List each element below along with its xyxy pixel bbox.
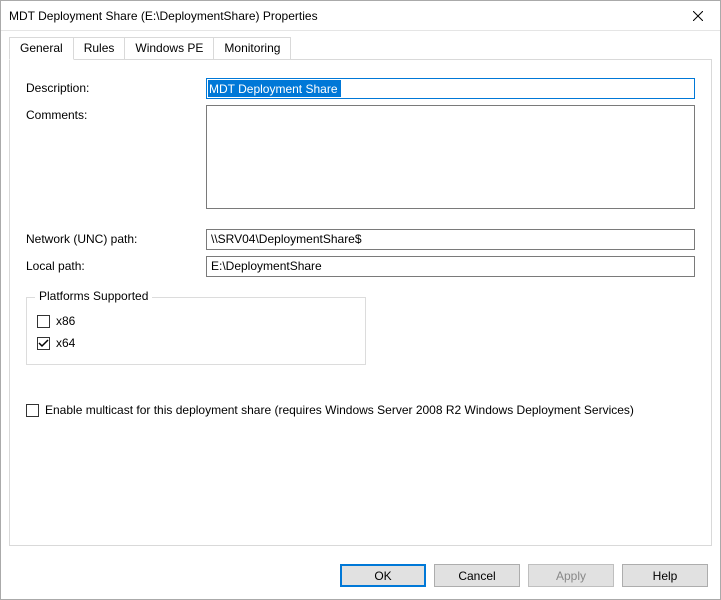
close-button[interactable] xyxy=(675,1,720,30)
label-description: Description: xyxy=(26,78,206,95)
unc-input[interactable]: \\SRV04\DeploymentShare$ xyxy=(206,229,695,250)
row-description: Description: MDT Deployment Share xyxy=(26,78,695,99)
tab-general[interactable]: General xyxy=(9,37,74,60)
ok-button[interactable]: OK xyxy=(340,564,426,587)
check-icon xyxy=(38,338,49,349)
label-local: Local path: xyxy=(26,256,206,273)
row-x64: x64 xyxy=(37,336,355,350)
tabstrip: General Rules Windows PE Monitoring xyxy=(9,37,712,60)
close-icon xyxy=(693,11,703,21)
tab-windows-pe[interactable]: Windows PE xyxy=(125,37,214,60)
label-x86: x86 xyxy=(56,314,75,328)
row-x86: x86 xyxy=(37,314,355,328)
properties-window: MDT Deployment Share (E:\DeploymentShare… xyxy=(0,0,721,600)
help-button[interactable]: Help xyxy=(622,564,708,587)
apply-button[interactable]: Apply xyxy=(528,564,614,587)
row-multicast: Enable multicast for this deployment sha… xyxy=(26,403,695,417)
tab-rules[interactable]: Rules xyxy=(74,37,126,60)
tab-monitoring[interactable]: Monitoring xyxy=(214,37,291,60)
row-unc: Network (UNC) path: \\SRV04\DeploymentSh… xyxy=(26,229,695,250)
label-x64: x64 xyxy=(56,336,75,350)
button-row: OK Cancel Apply Help xyxy=(1,554,720,599)
platforms-legend: Platforms Supported xyxy=(35,289,152,303)
platforms-fieldset: Platforms Supported x86 x64 xyxy=(26,297,366,365)
row-local: Local path: E:\DeploymentShare xyxy=(26,256,695,277)
label-multicast: Enable multicast for this deployment sha… xyxy=(45,403,634,417)
comments-textarea[interactable] xyxy=(206,105,695,209)
content-area: General Rules Windows PE Monitoring Desc… xyxy=(1,31,720,554)
local-input[interactable]: E:\DeploymentShare xyxy=(206,256,695,277)
checkbox-x86[interactable] xyxy=(37,315,50,328)
label-unc: Network (UNC) path: xyxy=(26,229,206,246)
checkbox-multicast[interactable] xyxy=(26,404,39,417)
titlebar: MDT Deployment Share (E:\DeploymentShare… xyxy=(1,1,720,31)
cancel-button[interactable]: Cancel xyxy=(434,564,520,587)
description-input[interactable]: MDT Deployment Share xyxy=(206,78,695,99)
description-value: MDT Deployment Share xyxy=(208,80,341,97)
row-comments: Comments: xyxy=(26,105,695,209)
window-title: MDT Deployment Share (E:\DeploymentShare… xyxy=(9,9,675,23)
checkbox-x64[interactable] xyxy=(37,337,50,350)
tabpanel-general: Description: MDT Deployment Share Commen… xyxy=(9,59,712,546)
label-comments: Comments: xyxy=(26,105,206,122)
